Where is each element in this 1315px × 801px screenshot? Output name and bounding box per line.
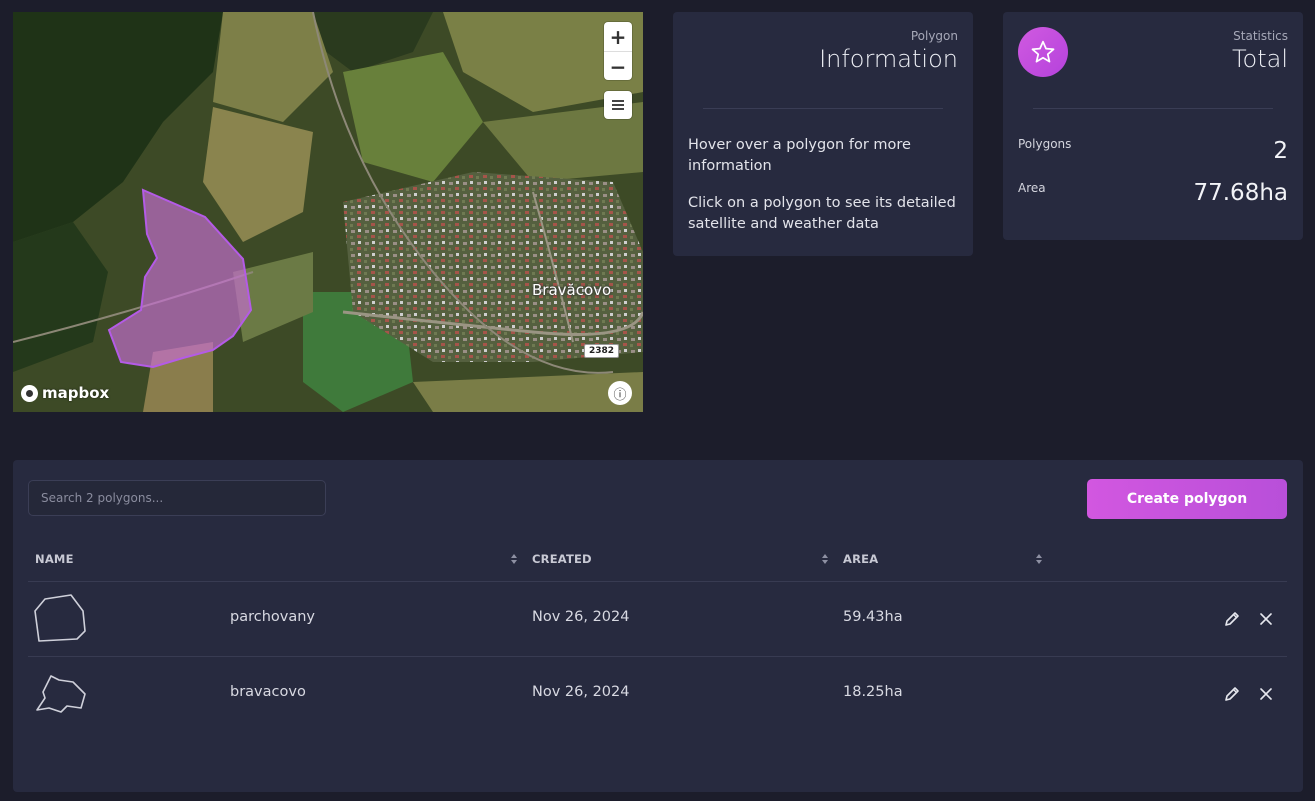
polygons-table-panel: Search 2 polygons... Create polygon NAME… <box>13 460 1303 792</box>
column-header-created[interactable]: CREATED <box>532 552 592 566</box>
polygons-count-label: Polygons <box>1018 137 1072 151</box>
edit-icon[interactable] <box>1223 610 1241 628</box>
sort-icon[interactable] <box>1035 553 1043 565</box>
area-label: Area <box>1018 181 1046 195</box>
area-value: 77.68ha <box>1193 180 1288 206</box>
zoom-out-button[interactable]: − <box>604 52 632 81</box>
delete-icon[interactable] <box>1257 610 1275 628</box>
polygon-name: bravacovo <box>230 684 306 700</box>
card-subtitle: Polygon <box>910 29 958 43</box>
divider <box>1033 108 1273 109</box>
polygon-created: Nov 26, 2024 <box>532 609 630 625</box>
zoom-in-button[interactable]: + <box>604 22 632 52</box>
search-placeholder: Search 2 polygons... <box>41 491 164 505</box>
delete-icon[interactable] <box>1257 685 1275 703</box>
polygons-count-value: 2 <box>1273 138 1288 164</box>
mapbox-icon <box>21 384 38 402</box>
map-view[interactable]: + − Bravăcovo 2382 mapbox ⓘ <box>13 12 643 412</box>
place-label: Bravăcovo <box>532 281 612 299</box>
attribution-info-button[interactable]: ⓘ <box>608 381 632 405</box>
satellite-imagery <box>13 12 643 412</box>
sort-icon[interactable] <box>821 553 829 565</box>
card-title: Total <box>1231 45 1288 73</box>
layers-icon <box>612 100 624 110</box>
card-subtitle: Statistics <box>1233 29 1288 43</box>
polygon-created: Nov 26, 2024 <box>532 684 630 700</box>
star-icon <box>1031 40 1055 63</box>
sort-icon[interactable] <box>510 553 518 565</box>
header-divider <box>28 581 1287 582</box>
create-polygon-button[interactable]: Create polygon <box>1087 479 1287 519</box>
mapbox-logo[interactable]: mapbox <box>21 384 109 402</box>
info-icon: ⓘ <box>613 387 627 403</box>
polygon-name: parchovany <box>230 609 316 625</box>
polygon-shape-thumbnail <box>36 675 86 713</box>
star-badge <box>1018 27 1068 77</box>
mapbox-wordmark: mapbox <box>42 384 110 402</box>
zoom-controls: + − <box>604 22 632 80</box>
edit-icon[interactable] <box>1223 685 1241 703</box>
polygon-area: 18.25ha <box>843 684 903 700</box>
statistics-card: Statistics Total Polygons 2 Area 77.68ha <box>1003 12 1303 240</box>
card-title: Information <box>819 45 958 73</box>
row-divider <box>28 656 1287 657</box>
divider <box>703 108 943 109</box>
polygon-shape-thumbnail <box>34 594 86 642</box>
column-header-name[interactable]: NAME <box>35 552 74 566</box>
column-header-area[interactable]: AREA <box>843 552 878 566</box>
layers-button[interactable] <box>604 91 632 119</box>
polygon-information-card: Polygon Information Hover over a polygon… <box>673 12 973 256</box>
polygon-area: 59.43ha <box>843 609 903 625</box>
road-shield: 2382 <box>584 344 620 358</box>
click-hint-text: Click on a polygon to see its detailed s… <box>688 195 956 232</box>
hover-hint-text: Hover over a polygon for more informatio… <box>688 137 911 174</box>
search-input[interactable]: Search 2 polygons... <box>28 480 326 516</box>
